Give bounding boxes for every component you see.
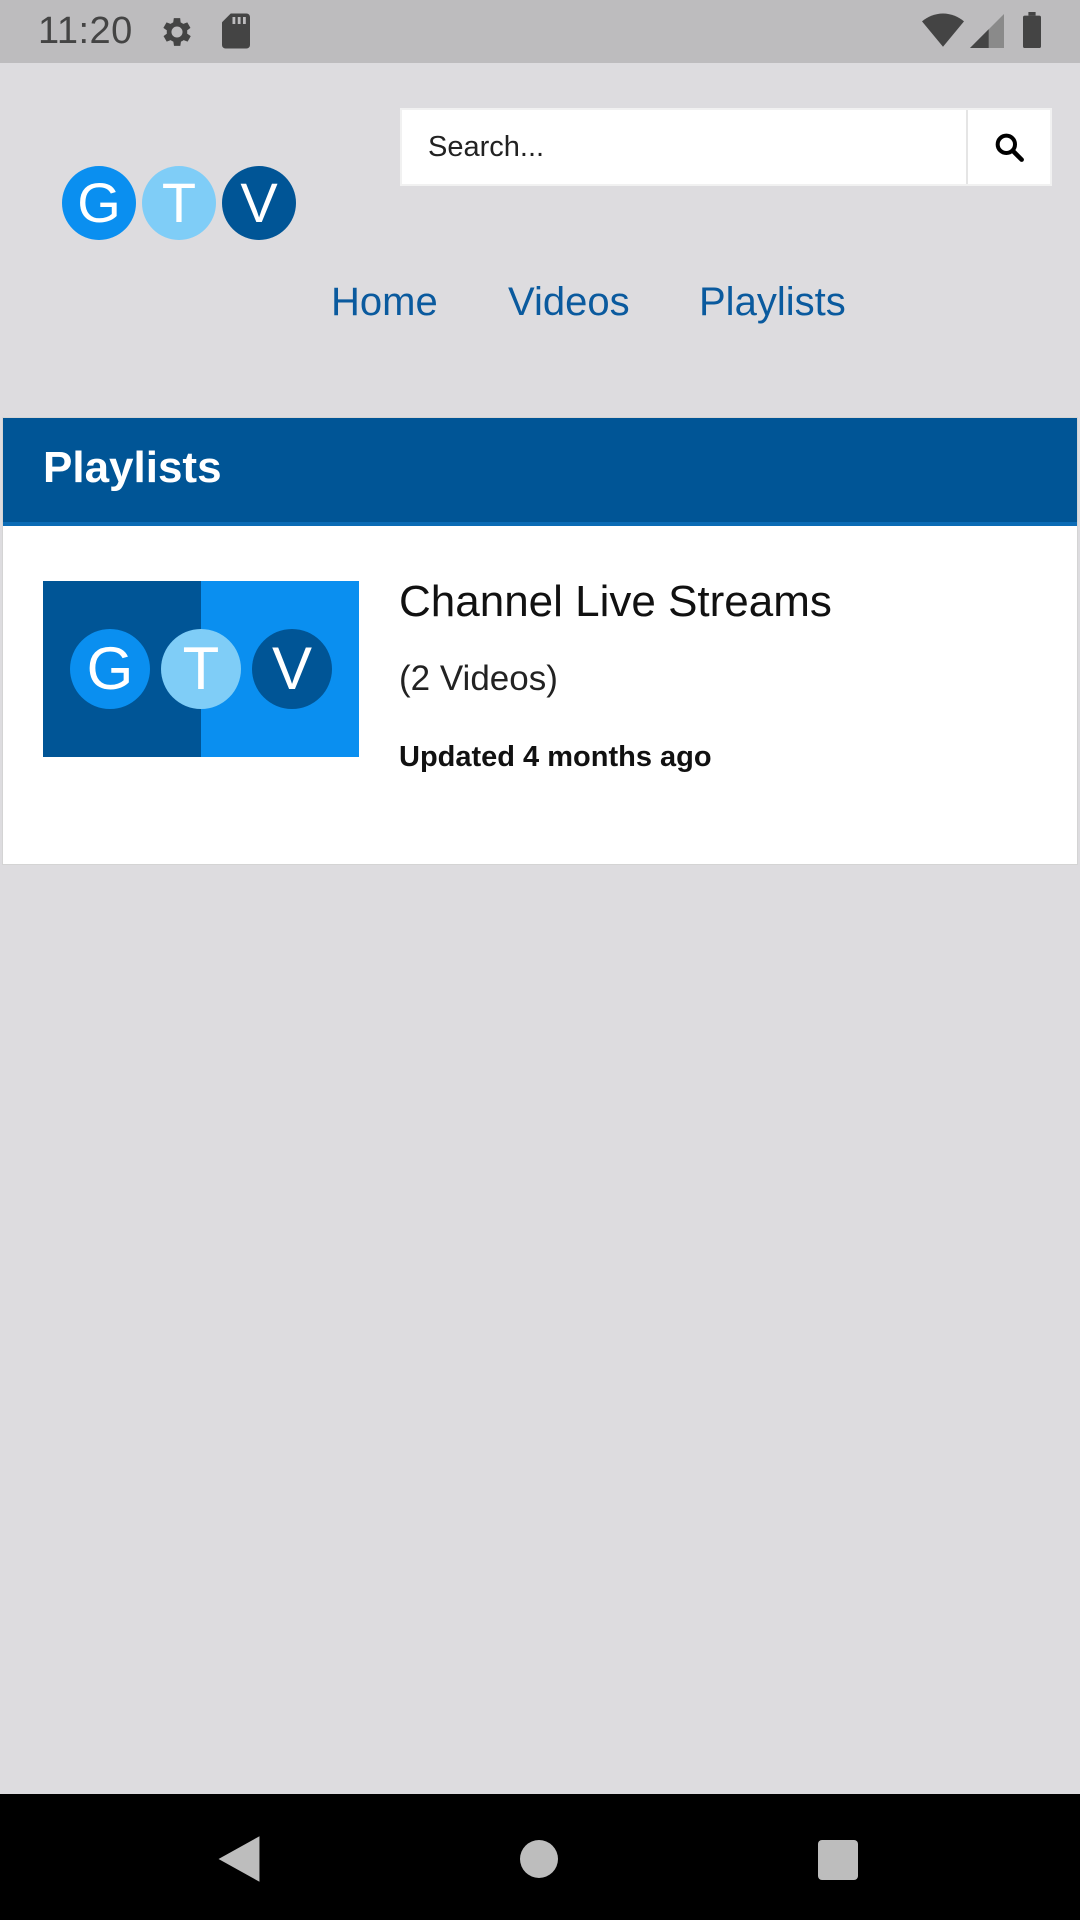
logo-letter-t: T <box>142 166 216 240</box>
recents-icon[interactable] <box>818 1840 858 1880</box>
wifi-icon <box>922 13 964 47</box>
thumb-letter-v: V <box>252 629 332 709</box>
playlist-updated: Updated 4 months ago <box>399 741 712 773</box>
search-icon <box>995 133 1024 162</box>
playlist-thumbnail[interactable]: G T V <box>43 581 359 757</box>
search-input[interactable] <box>402 110 966 184</box>
sd-card-icon <box>222 13 250 49</box>
thumb-letter-g: G <box>70 629 150 709</box>
thumb-letter-t: T <box>161 629 241 709</box>
logo-letter-g: G <box>62 166 136 240</box>
nav-playlists[interactable]: Playlists <box>699 280 846 325</box>
playlist-title[interactable]: Channel Live Streams <box>399 577 832 627</box>
site-logo[interactable]: G T V <box>62 166 296 242</box>
gear-icon <box>163 18 191 46</box>
playlist-item[interactable]: G T V Channel Live Streams (2 Videos) Up… <box>43 577 1043 773</box>
playlists-panel: Playlists G T V Channel Live Streams (2 … <box>2 417 1078 865</box>
section-title: Playlists <box>3 418 1077 526</box>
nav-videos[interactable]: Videos <box>508 280 630 325</box>
search-bar <box>400 108 1052 186</box>
home-icon[interactable] <box>520 1840 558 1878</box>
logo-letter-v: V <box>222 166 296 240</box>
playlist-video-count: (2 Videos) <box>399 659 558 698</box>
search-button[interactable] <box>966 110 1050 184</box>
cell-signal-icon <box>970 14 1004 48</box>
status-bar: 11:20 <box>0 0 1080 63</box>
system-nav-bar <box>0 1794 1080 1920</box>
battery-icon <box>1023 12 1041 48</box>
nav-home[interactable]: Home <box>331 280 438 325</box>
status-time: 11:20 <box>38 10 133 52</box>
back-icon[interactable] <box>216 1834 262 1884</box>
